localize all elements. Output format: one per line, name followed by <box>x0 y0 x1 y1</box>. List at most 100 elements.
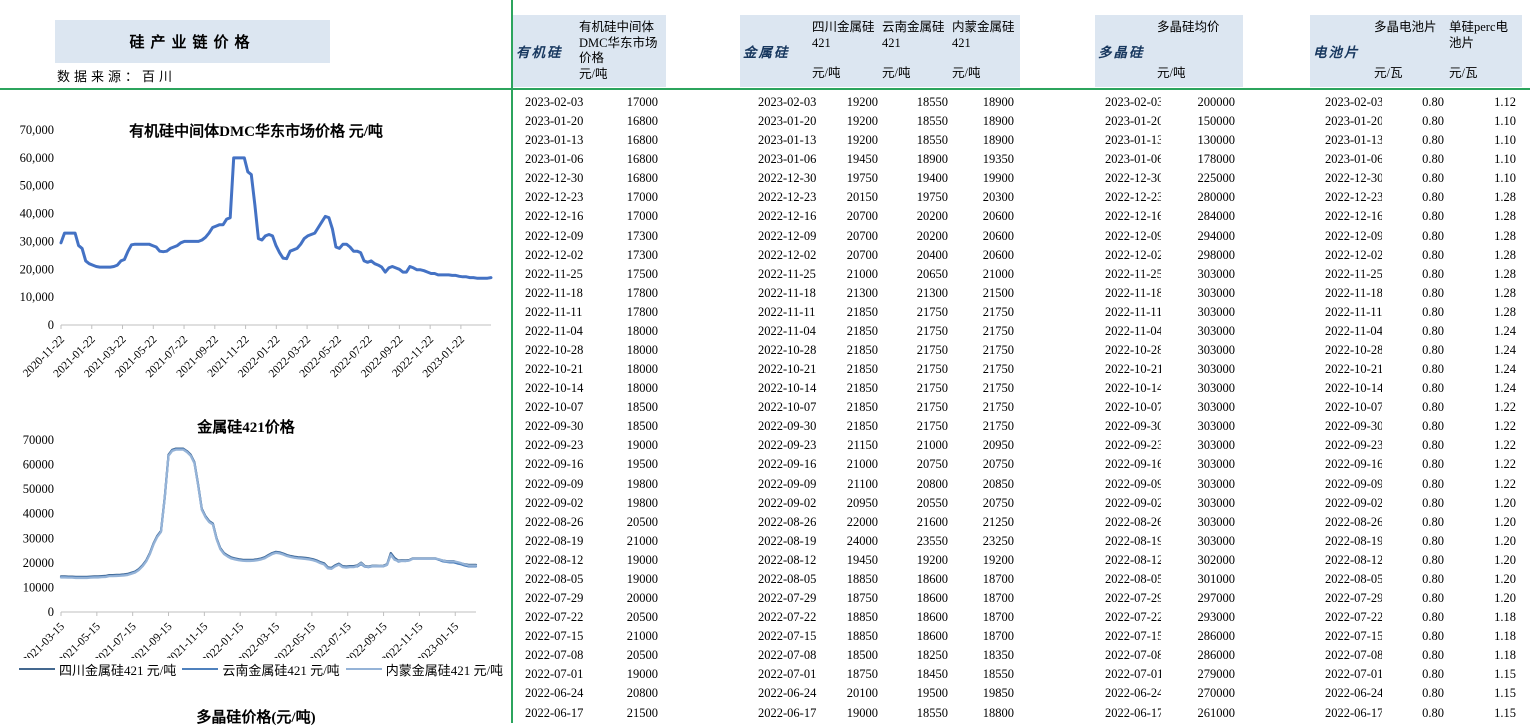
cell-date[interactable]: 2023-01-20 <box>513 112 613 131</box>
cell-value[interactable]: 0.80 <box>1382 188 1450 207</box>
cell-value[interactable]: 18700 <box>954 570 1020 589</box>
cell-date[interactable]: 2022-07-01 <box>1310 665 1382 684</box>
cell-date[interactable]: 2022-10-14 <box>513 379 613 398</box>
cell-value[interactable]: 0.80 <box>1382 494 1450 513</box>
cell-value[interactable]: 286000 <box>1161 646 1243 665</box>
cell-value[interactable]: 0.80 <box>1382 704 1450 723</box>
cell-value[interactable]: 21750 <box>954 303 1020 322</box>
cell-date[interactable]: 2022-07-22 <box>740 608 820 627</box>
cell-value[interactable]: 1.28 <box>1450 284 1522 303</box>
cell-value[interactable]: 1.18 <box>1450 627 1522 646</box>
cell-date[interactable]: 2022-12-23 <box>740 188 820 207</box>
cell-value[interactable]: 0.80 <box>1382 608 1450 627</box>
cell-value[interactable]: 21750 <box>954 379 1020 398</box>
cell-value[interactable]: 21000 <box>820 455 884 474</box>
cell-value[interactable]: 17300 <box>613 227 666 246</box>
cell-date[interactable]: 2022-09-09 <box>1095 475 1161 494</box>
cell-value[interactable]: 16800 <box>613 150 666 169</box>
cell-date[interactable]: 2022-11-18 <box>740 284 820 303</box>
cell-date[interactable]: 2022-12-16 <box>1095 207 1161 226</box>
cell-value[interactable]: 17000 <box>613 207 666 226</box>
cell-value[interactable]: 20950 <box>820 494 884 513</box>
cell-value[interactable]: 19000 <box>613 570 666 589</box>
cell-value[interactable]: 302000 <box>1161 551 1243 570</box>
cell-value[interactable]: 21850 <box>820 398 884 417</box>
cell-value[interactable]: 0.80 <box>1382 360 1450 379</box>
cell-value[interactable]: 1.22 <box>1450 417 1522 436</box>
cell-date[interactable]: 2022-08-26 <box>740 513 820 532</box>
cell-value[interactable]: 18550 <box>884 93 954 112</box>
cell-date[interactable]: 2022-09-02 <box>1095 494 1161 513</box>
cell-date[interactable]: 2023-02-03 <box>740 93 820 112</box>
cell-value[interactable]: 18000 <box>613 360 666 379</box>
cell-value[interactable]: 18600 <box>884 570 954 589</box>
cell-value[interactable]: 0.80 <box>1382 532 1450 551</box>
cell-date[interactable]: 2022-08-05 <box>1310 570 1382 589</box>
cell-date[interactable]: 2022-07-15 <box>740 627 820 646</box>
cell-date[interactable]: 2022-07-29 <box>513 589 613 608</box>
cell-date[interactable]: 2022-09-02 <box>740 494 820 513</box>
cell-value[interactable]: 21500 <box>613 704 666 723</box>
cell-value[interactable]: 303000 <box>1161 532 1243 551</box>
cell-date[interactable]: 2022-10-21 <box>513 360 613 379</box>
cell-date[interactable]: 2022-09-16 <box>1095 455 1161 474</box>
cell-date[interactable]: 2022-08-19 <box>1095 532 1161 551</box>
cell-date[interactable]: 2023-01-13 <box>1310 131 1382 150</box>
cell-value[interactable]: 18700 <box>954 589 1020 608</box>
cell-value[interactable]: 20850 <box>954 475 1020 494</box>
cell-value[interactable]: 20750 <box>954 455 1020 474</box>
cell-value[interactable]: 178000 <box>1161 150 1243 169</box>
cell-date[interactable]: 2022-09-30 <box>1310 417 1382 436</box>
cell-date[interactable]: 2022-11-25 <box>740 265 820 284</box>
cell-value[interactable]: 303000 <box>1161 475 1243 494</box>
cell-value[interactable]: 19200 <box>884 551 954 570</box>
cell-value[interactable]: 280000 <box>1161 188 1243 207</box>
cell-value[interactable]: 0.80 <box>1382 379 1450 398</box>
cell-date[interactable]: 2022-10-28 <box>1310 341 1382 360</box>
cell-value[interactable]: 19450 <box>820 551 884 570</box>
cell-date[interactable]: 2022-11-04 <box>1095 322 1161 341</box>
cell-value[interactable]: 1.28 <box>1450 188 1522 207</box>
cell-value[interactable]: 18500 <box>613 398 666 417</box>
cell-date[interactable]: 2022-11-11 <box>1310 303 1382 322</box>
cell-value[interactable]: 18800 <box>954 704 1020 723</box>
cell-value[interactable]: 19000 <box>613 665 666 684</box>
cell-value[interactable]: 20000 <box>613 589 666 608</box>
cell-value[interactable]: 19750 <box>820 169 884 188</box>
cell-date[interactable]: 2022-12-09 <box>1095 227 1161 246</box>
cell-value[interactable]: 303000 <box>1161 494 1243 513</box>
cell-value[interactable]: 21500 <box>954 284 1020 303</box>
cell-value[interactable]: 17000 <box>613 93 666 112</box>
cell-value[interactable]: 21850 <box>820 303 884 322</box>
cell-value[interactable]: 20650 <box>884 265 954 284</box>
cell-value[interactable]: 18450 <box>884 665 954 684</box>
cell-value[interactable]: 130000 <box>1161 131 1243 150</box>
cell-date[interactable]: 2023-02-03 <box>1095 93 1161 112</box>
cell-value[interactable]: 19800 <box>613 475 666 494</box>
cell-date[interactable]: 2022-10-07 <box>1095 398 1161 417</box>
cell-date[interactable]: 2022-11-11 <box>740 303 820 322</box>
cell-value[interactable]: 20600 <box>954 227 1020 246</box>
cell-date[interactable]: 2022-06-17 <box>1095 704 1161 723</box>
cell-value[interactable]: 1.22 <box>1450 475 1522 494</box>
cell-date[interactable]: 2022-12-30 <box>1095 169 1161 188</box>
cell-value[interactable]: 1.28 <box>1450 303 1522 322</box>
cell-value[interactable]: 1.10 <box>1450 131 1522 150</box>
cell-value[interactable]: 18900 <box>884 150 954 169</box>
cell-date[interactable]: 2022-08-12 <box>1095 551 1161 570</box>
cell-value[interactable]: 18700 <box>954 608 1020 627</box>
cell-date[interactable]: 2023-01-06 <box>513 150 613 169</box>
cell-value[interactable]: 18000 <box>613 379 666 398</box>
cell-value[interactable]: 303000 <box>1161 303 1243 322</box>
cell-date[interactable]: 2022-07-01 <box>1095 665 1161 684</box>
cell-value[interactable]: 1.24 <box>1450 360 1522 379</box>
cell-value[interactable]: 1.18 <box>1450 646 1522 665</box>
cell-value[interactable]: 20700 <box>820 207 884 226</box>
cell-date[interactable]: 2022-09-30 <box>740 417 820 436</box>
cell-date[interactable]: 2023-01-13 <box>740 131 820 150</box>
cell-value[interactable]: 1.15 <box>1450 665 1522 684</box>
cell-value[interactable]: 19800 <box>613 494 666 513</box>
cell-value[interactable]: 23550 <box>884 532 954 551</box>
cell-value[interactable]: 0.80 <box>1382 475 1450 494</box>
cell-value[interactable]: 20750 <box>884 455 954 474</box>
